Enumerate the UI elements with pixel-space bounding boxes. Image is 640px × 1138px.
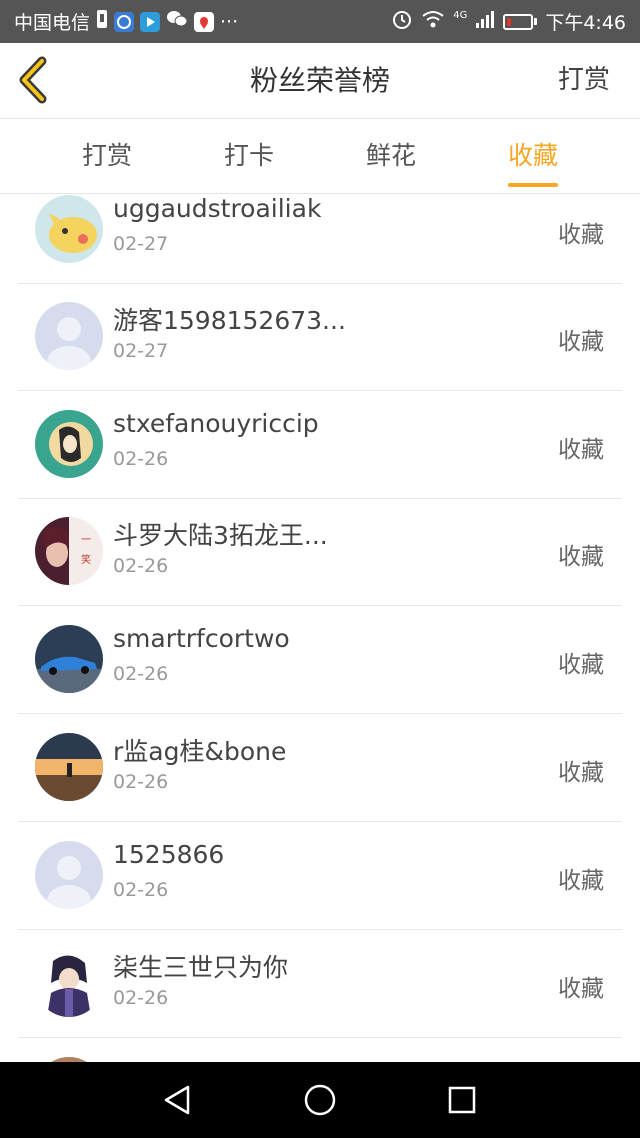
list-item[interactable]: 一 笑 斗罗大陆3拓龙王... 02-26 收藏 xyxy=(18,498,622,606)
action-label: 收藏 xyxy=(558,760,604,786)
network-type-label: 4G xyxy=(453,10,468,21)
reward-button[interactable]: 打赏 xyxy=(558,43,610,118)
recents-square-icon[interactable] xyxy=(444,1082,480,1118)
page-title: 粉丝荣誉榜 xyxy=(249,64,390,97)
wechat-icon xyxy=(166,9,188,34)
system-nav-bar xyxy=(0,1062,640,1138)
svg-text:一: 一 xyxy=(81,535,91,546)
list-item[interactable]: 游客1598152673... 02-27 收藏 xyxy=(18,283,622,391)
action-label: 收藏 xyxy=(558,544,604,570)
user-name: 斗罗大陆3拓龙王... xyxy=(113,521,328,550)
user-date: 02-26 xyxy=(113,879,169,901)
list-item[interactable]: smartrfcortwo 02-26 收藏 xyxy=(18,606,622,714)
sim-icon xyxy=(96,9,108,34)
wifi-icon xyxy=(421,9,445,34)
default-user-avatar xyxy=(35,302,103,370)
alarm-icon xyxy=(391,8,413,35)
signal-icon xyxy=(475,9,495,34)
battery-icon xyxy=(503,13,538,30)
fan-list[interactable]: uggaudstroailiak 02-27 收藏 游客1598152673..… xyxy=(0,194,640,1062)
status-right: 4G 下午4:46 xyxy=(391,8,640,35)
user-name: 游客1598152673... xyxy=(113,306,346,335)
svg-text:笑: 笑 xyxy=(81,553,91,566)
action-label: 收藏 xyxy=(558,329,604,355)
user-name: 柒生三世只为你 xyxy=(113,953,289,982)
action-label: 收藏 xyxy=(558,652,604,678)
video-app-icon xyxy=(140,11,161,32)
list-item[interactable]: r监ag桂&bone 02-26 收藏 xyxy=(18,714,622,822)
tab-reward[interactable]: 打赏 xyxy=(82,119,132,193)
action-label: 收藏 xyxy=(558,222,604,248)
more-notifications-icon: ··· xyxy=(220,10,239,33)
tab-label: 打卡 xyxy=(223,141,275,170)
user-name: stxefanouyriccip xyxy=(113,409,319,438)
browser-app-icon xyxy=(114,11,135,32)
girl-portrait-avatar: 一 笑 xyxy=(35,517,103,585)
map-app-icon xyxy=(194,11,215,32)
user-date: 02-26 xyxy=(113,663,169,685)
home-circle-icon[interactable] xyxy=(302,1082,338,1118)
action-label: 收藏 xyxy=(558,976,604,1002)
list-item[interactable]: stxefanouyriccip 02-26 收藏 xyxy=(18,391,622,499)
default-user-avatar xyxy=(35,841,103,909)
sunset-avatar xyxy=(35,733,103,801)
tab-label: 打赏 xyxy=(81,141,133,170)
user-name: r监ag桂&bone xyxy=(113,737,287,766)
status-bar: 中国电信 ··· 4G 下午4:46 xyxy=(0,0,640,43)
tab-bar: 打赏 打卡 鲜花 收藏 xyxy=(0,119,640,194)
screen: 中国电信 ··· 4G 下午4:46 粉丝荣誉榜 打赏 打赏 打卡 鲜花 收藏 … xyxy=(0,0,640,1138)
user-name: smartrfcortwo xyxy=(113,624,290,653)
user-date: 02-26 xyxy=(113,555,169,577)
user-date: 02-27 xyxy=(113,340,169,362)
list-item[interactable] xyxy=(18,1038,622,1062)
action-label: 收藏 xyxy=(558,437,604,463)
carrier-label: 中国电信 xyxy=(14,12,91,34)
list-item[interactable]: 1525866 02-26 收藏 xyxy=(18,822,622,930)
anime-character-avatar xyxy=(35,949,103,1017)
tab-checkin[interactable]: 打卡 xyxy=(224,119,274,193)
user-name: uggaudstroailiak xyxy=(113,194,322,223)
clock-label: 下午4:46 xyxy=(545,12,626,34)
pikachu-avatar xyxy=(35,195,103,263)
girl-moon-avatar xyxy=(35,410,103,478)
action-label: 收藏 xyxy=(558,868,604,894)
user-date: 02-27 xyxy=(113,233,169,255)
back-triangle-icon[interactable] xyxy=(160,1082,196,1118)
tab-label: 收藏 xyxy=(507,141,559,170)
active-tab-indicator xyxy=(507,183,559,187)
tab-favorites[interactable]: 收藏 xyxy=(507,119,559,193)
list-item[interactable]: uggaudstroailiak 02-27 收藏 xyxy=(18,194,622,284)
tab-label: 鲜花 xyxy=(365,141,417,170)
user-name: 1525866 xyxy=(113,840,225,869)
status-left: 中国电信 ··· xyxy=(0,8,238,35)
list-item[interactable]: 柒生三世只为你 02-26 收藏 xyxy=(18,930,622,1038)
user-date: 02-26 xyxy=(113,448,169,470)
user-date: 02-26 xyxy=(113,987,169,1009)
user-date: 02-26 xyxy=(113,771,169,793)
blue-car-avatar xyxy=(35,625,103,693)
tab-flowers[interactable]: 鲜花 xyxy=(366,119,416,193)
header: 粉丝荣誉榜 打赏 xyxy=(0,43,640,119)
